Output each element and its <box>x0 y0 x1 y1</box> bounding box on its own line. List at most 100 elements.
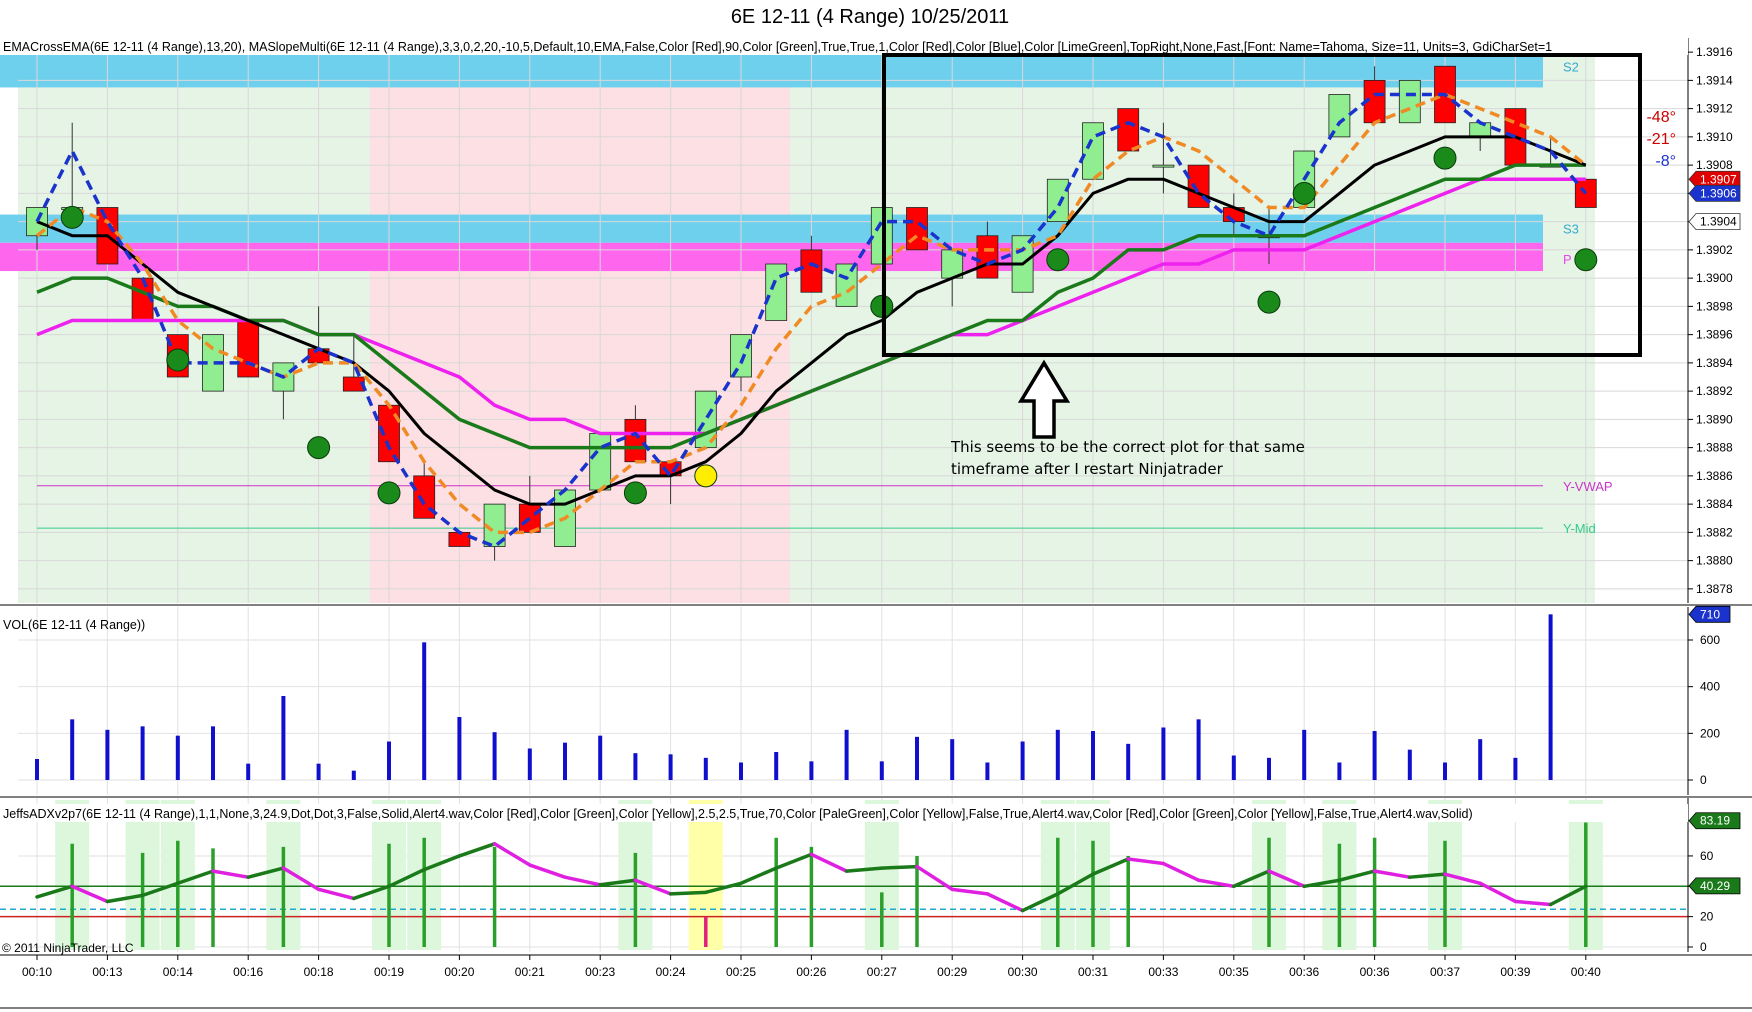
volume-bar <box>527 748 532 780</box>
price-tag-label: 1.3907 <box>1700 172 1737 186</box>
signal-dot <box>1257 290 1281 314</box>
volume-bar <box>1513 757 1518 780</box>
pivot-band-s3 <box>0 214 1543 243</box>
candle-body <box>1328 94 1351 138</box>
adx-line-segment <box>457 842 497 858</box>
adx-panel <box>0 800 1688 950</box>
time-tick-label: 00:35 <box>1219 965 1249 979</box>
level-label-y-mid: Y-Mid <box>1563 521 1596 536</box>
adx-line-segment <box>1372 869 1412 879</box>
time-tick-label: 00:19 <box>374 965 404 979</box>
volume-bar <box>281 696 286 780</box>
volume-tick-label: 200 <box>1700 726 1720 740</box>
level-label-pp: P <box>1563 252 1572 267</box>
candle-body <box>765 263 788 321</box>
volume-bar <box>739 762 743 780</box>
price-tick-label: 1.3908 <box>1696 158 1733 172</box>
adx-line-segment <box>1161 861 1201 882</box>
adx-line-segment <box>985 892 1025 913</box>
adx-line-segment <box>1513 899 1553 907</box>
time-tick-label: 00:36 <box>1360 965 1390 979</box>
volume-bar <box>457 717 462 780</box>
signal-dot <box>307 436 331 460</box>
adx-tick-label: 20 <box>1700 910 1714 924</box>
adx-tick-label: 60 <box>1700 849 1714 863</box>
time-tick-label: 00:10 <box>22 965 52 979</box>
level-label-y-vwap: Y-VWAP <box>1563 479 1613 494</box>
candle-body <box>835 263 858 307</box>
volume-bar <box>1548 614 1553 780</box>
price-tick-label: 1.3882 <box>1696 525 1733 539</box>
signal-dot <box>60 205 84 229</box>
volume-bar <box>105 729 110 780</box>
volume-bar <box>563 742 567 780</box>
candle-body <box>624 418 647 463</box>
signal-dot <box>1046 248 1070 272</box>
price-tick-label: 1.3916 <box>1696 45 1733 59</box>
price-tick-label: 1.3898 <box>1696 299 1733 313</box>
signal-dot <box>870 294 894 318</box>
time-tick-label: 00:29 <box>937 965 967 979</box>
adx-line-segment <box>809 852 849 873</box>
volume-bar <box>175 735 180 780</box>
volume-bar <box>1020 741 1025 780</box>
candle-body <box>1152 164 1175 168</box>
price-tick-label: 1.3878 <box>1696 582 1733 596</box>
volume-tick-label: 400 <box>1700 680 1720 694</box>
adx-line-segment <box>1126 857 1166 866</box>
volume-bar <box>1161 727 1166 780</box>
time-tick-label: 00:20 <box>444 965 474 979</box>
volume-bar <box>915 736 919 780</box>
candle-body <box>1469 122 1492 138</box>
candle-body <box>870 207 893 265</box>
volume-bar <box>1302 729 1307 780</box>
time-tick-label: 00:13 <box>92 965 122 979</box>
volume-bar <box>140 726 145 780</box>
chart-canvas[interactable]: S2 S3 Y-VWAP Y-Mid P 1.3878 1.3880 1.3882 1.388… <box>0 0 1752 1012</box>
adx-line-segment <box>880 864 919 870</box>
volume-bar <box>246 763 251 780</box>
signal-dot <box>694 464 718 488</box>
time-tick-label: 00:27 <box>867 965 897 979</box>
level-label-s2: S2 <box>1563 59 1579 74</box>
slope-angle-1: -48° <box>1646 109 1676 126</box>
time-tick-label: 00:26 <box>796 965 826 979</box>
adx-line-segment <box>528 863 567 879</box>
volume-indicator-label: VOL(6E 12-11 (4 Range)) <box>3 618 145 632</box>
volume-bar <box>950 739 955 780</box>
signal-dot <box>166 348 190 372</box>
volume-bar <box>211 726 215 780</box>
time-tick-label: 00:37 <box>1430 965 1460 979</box>
candle-body <box>1117 108 1140 152</box>
signal-dot <box>1433 146 1457 170</box>
level-label-s3: S3 <box>1563 222 1579 237</box>
volume-bar <box>1126 743 1131 780</box>
volume-bar <box>1478 739 1483 780</box>
price-tick-label: 1.3880 <box>1696 554 1733 568</box>
time-tick-label: 00:30 <box>1008 965 1038 979</box>
volume-bar <box>1231 755 1236 780</box>
price-tick-label: 1.3884 <box>1696 497 1733 511</box>
volume-panel <box>35 614 1553 780</box>
adx-line-segment <box>739 866 778 886</box>
time-tick-label: 00:14 <box>163 965 193 979</box>
volume-bar <box>633 753 638 780</box>
volume-bar <box>809 761 814 780</box>
signal-dot <box>623 481 647 505</box>
volume-bar <box>70 719 75 780</box>
copyright-text: © 2011 NinjaTrader, LLC <box>2 941 134 955</box>
volume-bar <box>1337 762 1342 780</box>
volume-value-label: 710 <box>1700 607 1720 621</box>
volume-bar <box>985 762 990 780</box>
candle-body <box>1082 122 1104 180</box>
volume-bar <box>1267 757 1271 780</box>
signal-dot <box>377 481 401 505</box>
volume-bar <box>668 754 673 780</box>
annotation-line-1: This seems to be the correct plot for th… <box>950 438 1305 456</box>
volume-tick-label: 600 <box>1700 633 1720 647</box>
price-tick-label: 1.3912 <box>1696 102 1733 116</box>
chart-title: 6E 12-11 (4 Range) 10/25/2011 <box>731 6 1009 28</box>
time-tick-label: 00:23 <box>585 965 615 979</box>
price-tick-label: 1.3894 <box>1696 356 1733 370</box>
volume-bar <box>492 732 497 780</box>
